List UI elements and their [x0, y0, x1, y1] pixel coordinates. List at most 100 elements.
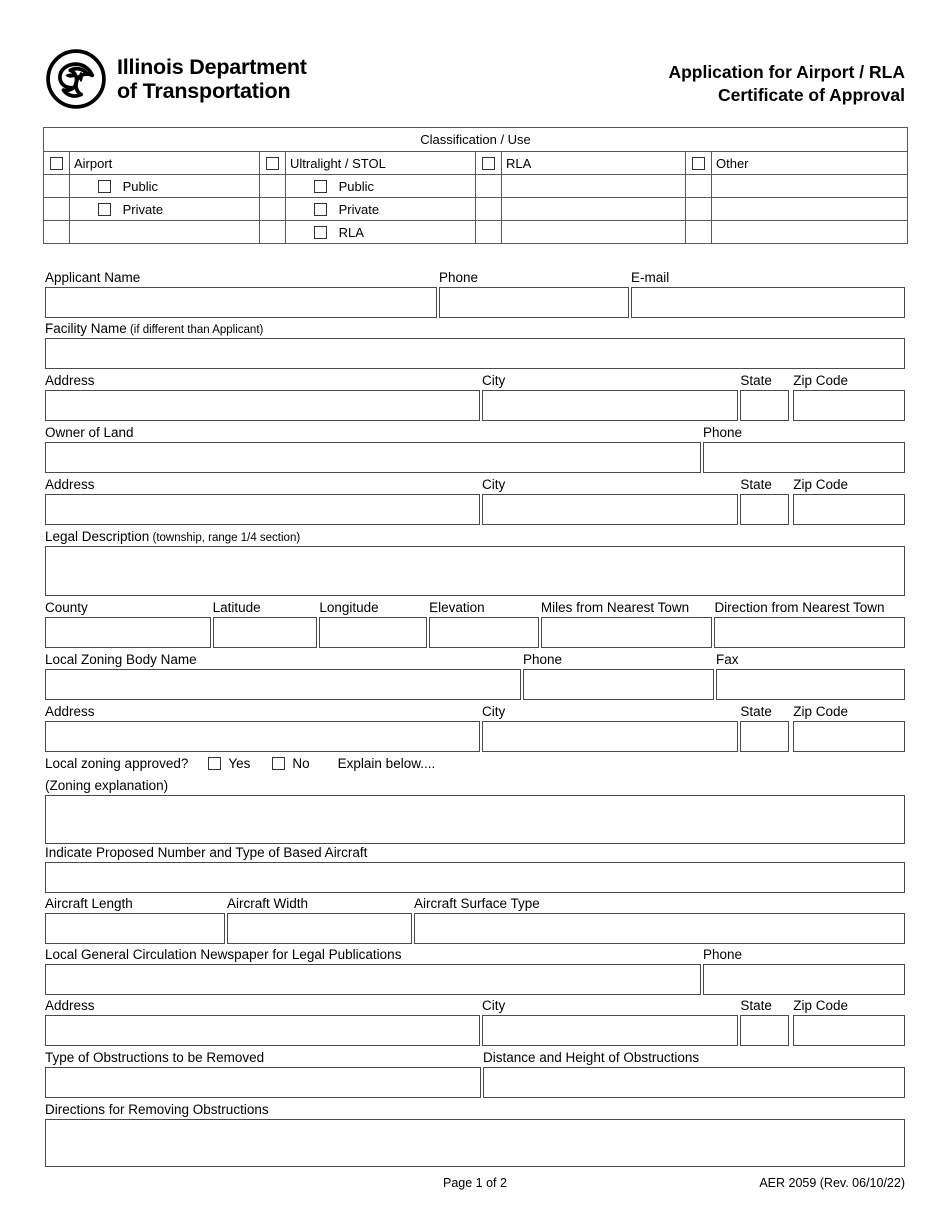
spacer-cell-airport-1 — [43, 174, 70, 198]
input-legal-description[interactable] — [45, 546, 905, 596]
label-zoning-explanation: (Zoning explanation) — [45, 778, 169, 793]
checkbox-zoning-yes[interactable] — [208, 757, 222, 770]
field-miles-from-nearest-town: Miles from Nearest Town — [540, 600, 713, 648]
checkbox-ultralight-public[interactable] — [314, 179, 327, 193]
input-zoning-body-name[interactable] — [45, 669, 521, 700]
label-other: Other — [710, 151, 909, 175]
sub-cell-ultralight-rla[interactable]: RLA — [285, 220, 476, 244]
input-owner-state[interactable] — [740, 494, 790, 525]
input-aircraft-length[interactable] — [45, 913, 225, 944]
input-based-aircraft[interactable] — [45, 862, 905, 893]
label-elevation: Elevation — [429, 600, 485, 615]
row-newspaper-address: Address City State Zip Code — [45, 998, 905, 1046]
input-zoning-zip[interactable] — [793, 721, 905, 752]
label-zoning-body-name: Local Zoning Body Name — [45, 652, 197, 667]
table-row-caption: Classification / Use — [42, 127, 909, 152]
checkbox-cell-other[interactable] — [685, 151, 712, 175]
input-zoning-city[interactable] — [481, 721, 739, 752]
sub-cell-ultralight-private[interactable]: Private — [285, 197, 476, 221]
input-distance-height-obstructions[interactable] — [483, 1067, 905, 1098]
input-directions-removing-obstructions[interactable] — [45, 1119, 905, 1167]
input-applicant-state[interactable] — [740, 390, 790, 421]
input-zoning-fax[interactable] — [716, 669, 905, 700]
checkbox-ultralight-rla[interactable] — [314, 225, 327, 239]
checkbox-other[interactable] — [692, 156, 705, 170]
input-zoning-address[interactable] — [45, 721, 480, 752]
label-distance-height-obstructions: Distance and Height of Obstructions — [483, 1050, 700, 1065]
row-owner-address: Address City State Zip Code — [45, 477, 905, 525]
row-zoning-address: Address City State Zip Code — [45, 704, 905, 752]
sub-cell-airport-private[interactable]: Private — [69, 197, 260, 221]
sub-cell-airport-public[interactable]: Public — [69, 174, 260, 198]
input-newspaper-phone[interactable] — [703, 964, 905, 995]
input-zoning-phone[interactable] — [523, 669, 714, 700]
checkbox-airport[interactable] — [50, 156, 63, 170]
label-newspaper-city: City — [481, 998, 506, 1013]
field-newspaper-state: State — [740, 998, 790, 1046]
input-applicant-phone[interactable] — [439, 287, 629, 318]
input-type-of-obstructions[interactable] — [45, 1067, 481, 1098]
label-ultralight-stol: Ultralight / STOL — [285, 151, 476, 175]
input-applicant-email[interactable] — [631, 287, 905, 318]
input-applicant-address[interactable] — [45, 390, 480, 421]
input-direction-from-nearest-town[interactable] — [714, 617, 905, 648]
input-elevation[interactable] — [429, 617, 539, 648]
input-applicant-zip[interactable] — [793, 390, 905, 421]
input-owner-phone[interactable] — [703, 442, 905, 473]
input-county[interactable] — [45, 617, 211, 648]
field-aircraft-width: Aircraft Width — [227, 896, 412, 944]
input-owner-address[interactable] — [45, 494, 480, 525]
label-owner-phone: Phone — [703, 425, 743, 440]
spacer-cell-rla-2 — [475, 197, 502, 221]
field-distance-height-obstructions: Distance and Height of Obstructions — [483, 1050, 905, 1098]
label-type-of-obstructions: Type of Obstructions to be Removed — [45, 1050, 265, 1065]
input-facility-name[interactable] — [45, 338, 905, 369]
input-newspaper-state[interactable] — [740, 1015, 790, 1046]
field-owner-of-land: Owner of Land — [45, 425, 701, 473]
input-latitude[interactable] — [212, 617, 318, 648]
page-footer: Page 1 of 2 AER 2059 (Rev. 06/10/22) — [45, 1176, 905, 1190]
input-aircraft-width[interactable] — [227, 913, 412, 944]
option-zoning-yes[interactable]: Yes — [208, 756, 250, 771]
input-owner-city[interactable] — [481, 494, 739, 525]
label-owner-of-land: Owner of Land — [45, 425, 134, 440]
input-newspaper-city[interactable] — [481, 1015, 739, 1046]
option-zoning-no[interactable]: No — [272, 756, 310, 771]
field-aircraft-surface-type: Aircraft Surface Type — [414, 896, 905, 944]
input-owner-zip[interactable] — [793, 494, 905, 525]
input-miles-from-nearest-town[interactable] — [540, 617, 713, 648]
field-applicant-email: E-mail — [631, 270, 905, 318]
label-applicant-email: E-mail — [631, 270, 670, 285]
input-zoning-state[interactable] — [740, 721, 790, 752]
input-applicant-name[interactable] — [45, 287, 437, 318]
label-zoning-city: City — [481, 704, 506, 719]
row-legal-description: Legal Description (township, range 1/4 s… — [45, 529, 905, 596]
empty-cell-rla-2 — [501, 197, 686, 221]
spacer-cell-other-2 — [685, 197, 712, 221]
field-zoning-state: State — [740, 704, 790, 752]
checkbox-cell-ultralight-stol[interactable] — [259, 151, 286, 175]
checkbox-zoning-no[interactable] — [272, 757, 286, 770]
input-newspaper-zip[interactable] — [793, 1015, 905, 1046]
input-longitude[interactable] — [319, 617, 428, 648]
empty-cell-rla-1 — [501, 174, 686, 198]
checkbox-cell-rla[interactable] — [475, 151, 502, 175]
input-zoning-explanation[interactable] — [45, 795, 905, 844]
checkbox-airport-private[interactable] — [98, 202, 111, 216]
checkbox-airport-public[interactable] — [98, 179, 111, 193]
input-applicant-city[interactable] — [481, 390, 739, 421]
input-aircraft-surface-type[interactable] — [414, 913, 905, 944]
input-owner-of-land[interactable] — [45, 442, 701, 473]
field-elevation: Elevation — [429, 600, 539, 648]
input-newspaper-address[interactable] — [45, 1015, 480, 1046]
field-applicant-name: Applicant Name — [45, 270, 437, 318]
sub-cell-ultralight-public[interactable]: Public — [285, 174, 476, 198]
input-newspaper[interactable] — [45, 964, 701, 995]
field-newspaper-zip: Zip Code — [793, 998, 905, 1046]
checkbox-ultralight-private[interactable] — [314, 202, 327, 216]
row-zoning-approved: Local zoning approved? Yes No Explain be… — [45, 755, 905, 772]
checkbox-ultralight-stol[interactable] — [266, 156, 279, 170]
spacer-cell-airport-3 — [43, 220, 70, 244]
checkbox-rla[interactable] — [482, 156, 495, 170]
checkbox-cell-airport[interactable] — [43, 151, 70, 175]
